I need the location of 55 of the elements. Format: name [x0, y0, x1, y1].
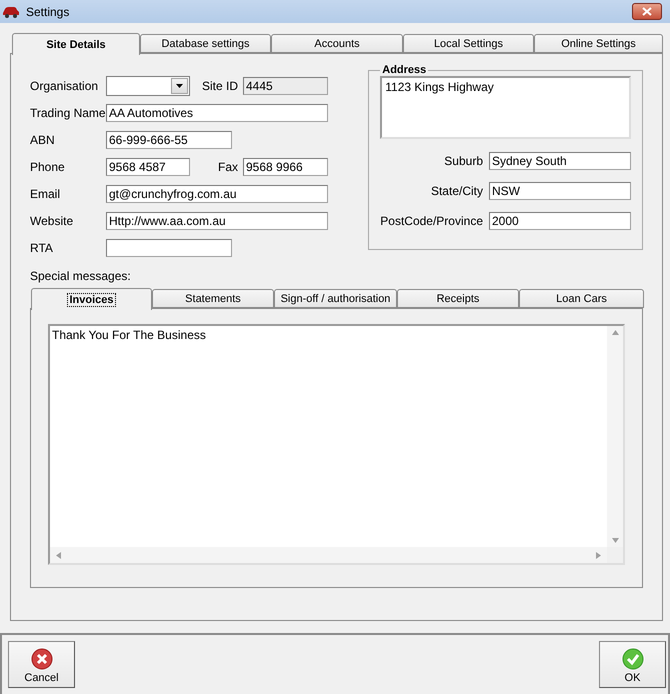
- scroll-right-icon: [596, 552, 601, 558]
- field-label: Site ID: [200, 79, 239, 93]
- field-label: Fax: [216, 160, 239, 174]
- tab[interactable]: Receipts: [397, 289, 519, 308]
- input-field[interactable]: gt@crunchyfrog.com.au: [106, 185, 328, 203]
- tab[interactable]: Sign-off / authorisation: [274, 289, 397, 308]
- input-field[interactable]: 66-999-666-55: [106, 131, 232, 149]
- scrollbar-corner: [607, 547, 623, 563]
- cancel-button[interactable]: Cancel: [8, 641, 75, 688]
- input-field[interactable]: 9568 4587: [106, 158, 190, 176]
- close-button[interactable]: [632, 3, 662, 20]
- field-label: Website: [30, 214, 74, 228]
- section-label: Special messages:: [30, 269, 132, 283]
- address-field[interactable]: 1123 Kings Highway: [380, 76, 631, 139]
- tab[interactable]: Database settings: [140, 34, 271, 53]
- tab[interactable]: Online Settings: [534, 34, 663, 53]
- scroll-down-icon: [612, 538, 618, 543]
- input-field[interactable]: 9568 9966: [243, 158, 328, 176]
- window-title: Settings: [26, 4, 70, 18]
- field-label: Suburb: [444, 154, 483, 168]
- organisation-dropdown[interactable]: [106, 76, 190, 96]
- dropdown-arrow-icon: [176, 84, 183, 88]
- input-field[interactable]: AA Automotives: [106, 104, 328, 122]
- field-label: State/City: [430, 184, 483, 198]
- scroll-up-icon: [612, 330, 618, 335]
- tab[interactable]: Loan Cars: [519, 289, 644, 308]
- input-field[interactable]: Http://www.aa.com.au: [106, 212, 328, 230]
- ok-button[interactable]: OK: [599, 641, 666, 688]
- message-text: Thank You For The Business: [51, 327, 207, 344]
- group-title: Address: [381, 64, 428, 76]
- tab[interactable]: Invoices: [31, 288, 152, 310]
- field-label: PostCode/Province: [380, 214, 483, 228]
- scroll-left-icon: [56, 552, 61, 558]
- input-field[interactable]: [106, 239, 232, 257]
- field-label: Phone: [30, 160, 66, 174]
- field-label: RTA: [30, 241, 54, 255]
- field-label: Trading Name: [30, 106, 106, 120]
- field-label: Email: [30, 187, 62, 201]
- tab[interactable]: Site Details: [12, 33, 140, 55]
- close-icon: [642, 7, 652, 16]
- field-label: Organisation: [30, 79, 100, 93]
- tab[interactable]: Statements: [152, 289, 274, 308]
- cancel-icon: [30, 648, 52, 670]
- message-field[interactable]: Thank You For The Business: [48, 324, 625, 565]
- vertical-scrollbar[interactable]: [607, 326, 623, 547]
- tab[interactable]: Local Settings: [403, 34, 534, 53]
- tab[interactable]: Accounts: [271, 34, 403, 53]
- input-field[interactable]: NSW: [489, 182, 631, 200]
- horizontal-scrollbar[interactable]: [50, 547, 607, 563]
- input-field[interactable]: 2000: [489, 212, 631, 230]
- input-field[interactable]: Sydney South: [489, 152, 631, 170]
- car-icon: [2, 6, 20, 18]
- field-label: ABN: [30, 133, 56, 147]
- input-field[interactable]: 4445: [243, 77, 328, 95]
- check-icon: [622, 648, 644, 670]
